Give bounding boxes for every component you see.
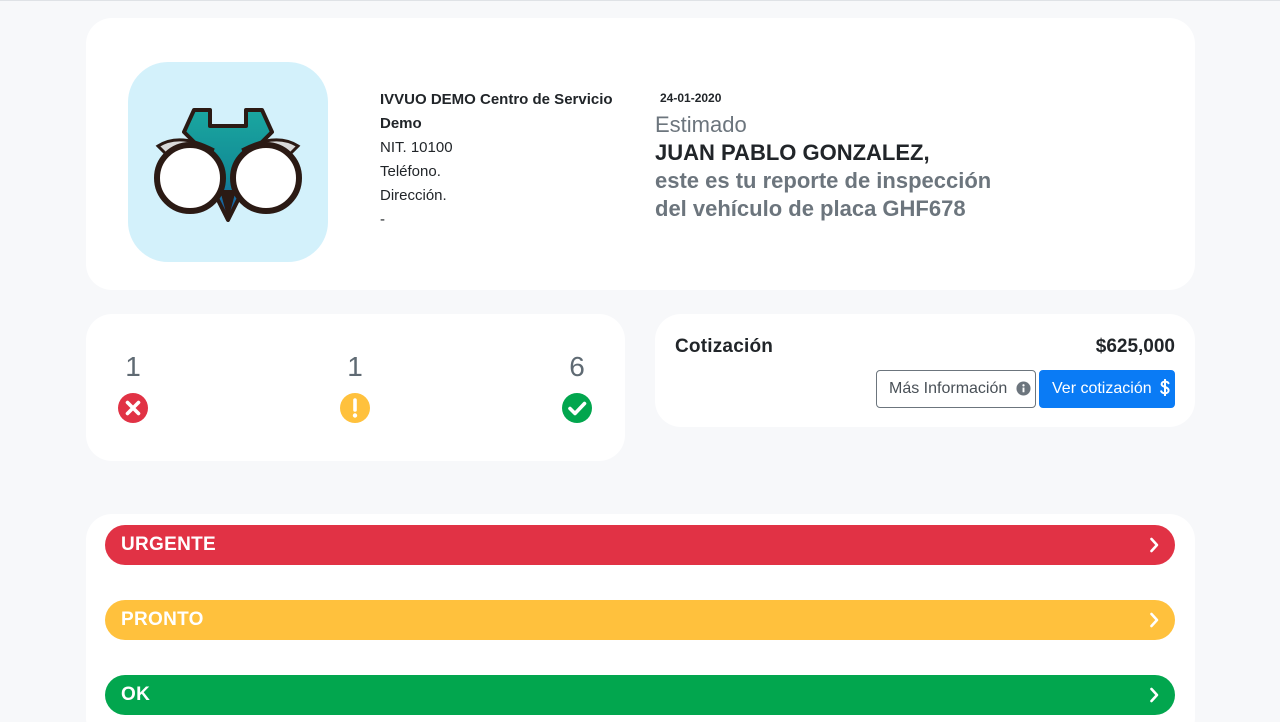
ok-count: 6 — [547, 352, 607, 424]
check-circle-icon — [562, 393, 592, 423]
more-info-button[interactable]: Más Información — [876, 370, 1036, 408]
x-circle-icon — [118, 393, 148, 423]
greeting-salutation: Estimado — [655, 112, 747, 137]
company-phone: Teléfono. — [380, 163, 441, 180]
urgent-count: 1 — [103, 352, 163, 424]
summary-counts-card: 1 1 6 — [86, 314, 625, 461]
status-sections-card: URGENTE PRONTO OK — [86, 514, 1195, 722]
report-header-card: IVVUO DEMO Centro de Servicio Demo NIT. … — [86, 18, 1195, 290]
greeting: Estimado JUAN PABLO GONZALEZ, este es tu… — [655, 111, 1075, 223]
exclamation-circle-icon — [340, 393, 370, 423]
customer-name: JUAN PABLO GONZALEZ, — [655, 140, 930, 165]
soon-count: 1 — [325, 352, 385, 424]
section-soon[interactable]: PRONTO — [105, 600, 1175, 640]
section-urgent[interactable]: URGENTE — [105, 525, 1175, 565]
report-message-line1: este es tu reporte de inspección — [655, 168, 992, 193]
owl-logo-icon — [154, 108, 302, 222]
logo-tile — [128, 62, 328, 262]
section-urgent-label: URGENTE — [121, 534, 216, 555]
section-ok-label: OK — [121, 684, 151, 705]
quote-amount: $625,000 — [1095, 336, 1175, 357]
company-info: IVVUO DEMO Centro de Servicio Demo NIT. … — [380, 88, 630, 232]
view-quote-button[interactable]: Ver cotización — [1039, 370, 1175, 408]
urgent-count-value: 1 — [125, 351, 141, 382]
company-address: Dirección. — [380, 187, 447, 204]
report-message-line2: del vehículo de placa GHF678 — [655, 196, 966, 221]
view-quote-label: Ver cotización — [1052, 380, 1152, 397]
info-circle-icon — [1016, 381, 1031, 396]
quote-card: Cotización $625,000 Más Información Ver … — [655, 314, 1195, 427]
company-nit: NIT. 10100 — [380, 139, 453, 156]
soon-count-value: 1 — [347, 351, 363, 382]
dollar-sign-icon — [1160, 378, 1170, 397]
section-soon-label: PRONTO — [121, 609, 204, 630]
more-info-label: Más Información — [889, 380, 1008, 397]
report-date: 24-01-2020 — [660, 91, 722, 105]
section-ok[interactable]: OK — [105, 675, 1175, 715]
chevron-right-icon — [1150, 612, 1159, 628]
chevron-right-icon — [1150, 537, 1159, 553]
company-extra: - — [380, 211, 385, 228]
company-name: IVVUO DEMO Centro de Servicio Demo — [380, 91, 613, 132]
ok-count-value: 6 — [569, 351, 585, 382]
quote-label: Cotización — [675, 336, 774, 357]
chevron-right-icon — [1150, 687, 1159, 703]
